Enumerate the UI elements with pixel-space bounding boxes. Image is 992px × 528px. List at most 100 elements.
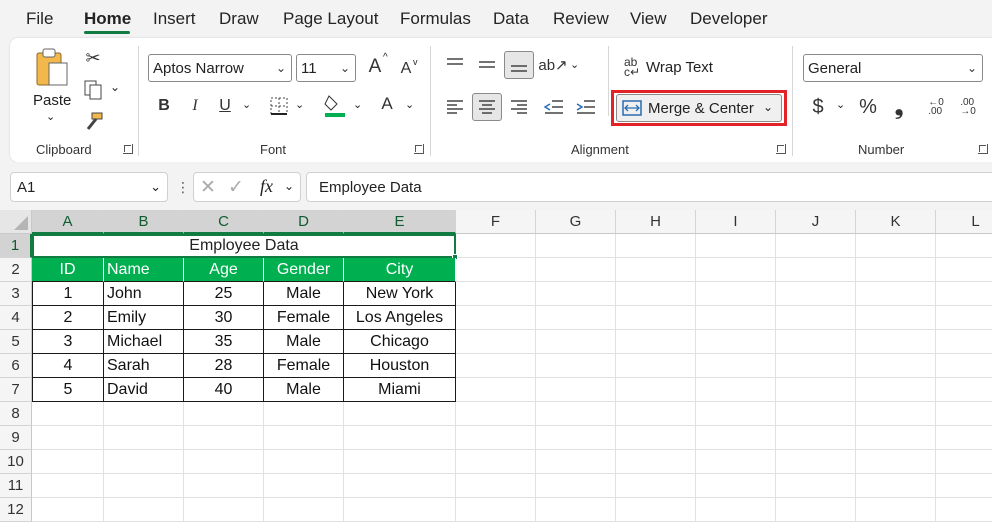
cell[interactable] (104, 450, 184, 474)
cell[interactable] (344, 450, 456, 474)
cell[interactable] (856, 450, 936, 474)
cell[interactable] (32, 426, 104, 450)
cell[interactable] (936, 234, 992, 258)
cell[interactable] (936, 498, 992, 522)
fill-color-chevron-icon[interactable]: ⌄ (353, 98, 362, 111)
row-header-1[interactable]: 1 (0, 234, 32, 258)
table-cell[interactable]: Emily (104, 306, 184, 330)
cell[interactable] (936, 378, 992, 402)
table-cell[interactable]: Male (264, 378, 344, 402)
cell[interactable] (936, 426, 992, 450)
cell[interactable] (456, 450, 536, 474)
currency-chevron-icon[interactable]: ⌄ (836, 98, 845, 111)
cell[interactable] (856, 330, 936, 354)
cell[interactable] (536, 498, 616, 522)
cell[interactable] (776, 402, 856, 426)
cell[interactable] (456, 258, 536, 282)
cell[interactable] (856, 282, 936, 306)
cell[interactable] (104, 474, 184, 498)
cell[interactable] (184, 498, 264, 522)
table-cell[interactable]: 25 (184, 282, 264, 306)
table-cell[interactable]: Houston (344, 354, 456, 378)
cell[interactable] (264, 474, 344, 498)
table-cell[interactable]: Los Angeles (344, 306, 456, 330)
cell[interactable] (776, 354, 856, 378)
bottom-align-button[interactable] (504, 51, 534, 79)
clipboard-launcher-icon[interactable] (123, 144, 133, 154)
cell[interactable] (104, 498, 184, 522)
tab-home[interactable]: Home (84, 9, 131, 29)
cancel-icon[interactable]: ✕ (200, 176, 216, 199)
paste-icon[interactable] (32, 46, 72, 90)
cell[interactable] (536, 474, 616, 498)
tab-data[interactable]: Data (493, 9, 529, 29)
table-cell[interactable]: 5 (32, 378, 104, 402)
number-format-combo[interactable]: General ⌄ (803, 54, 983, 82)
align-left-icon[interactable] (444, 96, 466, 118)
column-header-a[interactable]: A (32, 210, 104, 234)
table-cell[interactable]: 40 (184, 378, 264, 402)
format-painter-icon[interactable] (82, 110, 104, 134)
cell[interactable] (536, 258, 616, 282)
cell[interactable] (696, 378, 776, 402)
cell[interactable] (616, 330, 696, 354)
cell[interactable] (936, 402, 992, 426)
increase-indent-icon[interactable] (574, 96, 598, 118)
column-header-b[interactable]: B (104, 210, 184, 234)
cell[interactable] (856, 402, 936, 426)
column-header-c[interactable]: C (184, 210, 264, 234)
copy-icon[interactable] (82, 78, 104, 102)
italic-button[interactable]: I (184, 94, 206, 118)
cell[interactable] (536, 426, 616, 450)
cell[interactable] (536, 378, 616, 402)
row-header-2[interactable]: 2 (0, 258, 32, 282)
cell[interactable] (856, 354, 936, 378)
cell[interactable] (776, 258, 856, 282)
cell[interactable] (616, 282, 696, 306)
cell[interactable] (856, 474, 936, 498)
font-name-combo[interactable]: Aptos Narrow ⌄ (148, 54, 292, 82)
row-header-9[interactable]: 9 (0, 426, 32, 450)
cell[interactable] (696, 498, 776, 522)
cell[interactable] (264, 426, 344, 450)
chevron-down-icon[interactable]: ⌄ (284, 179, 294, 193)
table-cell[interactable]: Michael (104, 330, 184, 354)
select-all-corner[interactable] (0, 210, 32, 234)
table-cell[interactable]: David (104, 378, 184, 402)
cell[interactable] (856, 234, 936, 258)
cell[interactable] (936, 450, 992, 474)
cell[interactable] (536, 234, 616, 258)
cell[interactable] (696, 450, 776, 474)
row-header-6[interactable]: 6 (0, 354, 32, 378)
cell[interactable] (616, 234, 696, 258)
copy-chevron-icon[interactable]: ⌄ (110, 80, 120, 94)
table-header-cell[interactable]: Age (184, 258, 264, 282)
cell[interactable] (936, 354, 992, 378)
cell[interactable] (456, 330, 536, 354)
cell[interactable] (536, 402, 616, 426)
currency-icon[interactable]: $ (809, 94, 827, 120)
middle-align-icon[interactable] (476, 54, 498, 76)
row-header-12[interactable]: 12 (0, 498, 32, 522)
cell[interactable] (456, 354, 536, 378)
cell[interactable] (32, 450, 104, 474)
cell[interactable] (536, 354, 616, 378)
underline-button[interactable]: U (214, 94, 236, 118)
cell[interactable] (536, 282, 616, 306)
percent-icon[interactable]: % (857, 94, 879, 120)
row-header-3[interactable]: 3 (0, 282, 32, 306)
increase-decimal-icon[interactable]: ←0.00 (924, 96, 948, 118)
column-header-f[interactable]: F (456, 210, 536, 234)
cell[interactable] (456, 234, 536, 258)
column-header-e[interactable]: E (344, 210, 456, 234)
insert-function-icon[interactable]: fx (260, 176, 273, 197)
cell[interactable] (184, 402, 264, 426)
cell[interactable] (696, 474, 776, 498)
cell[interactable] (776, 234, 856, 258)
cell[interactable] (344, 498, 456, 522)
tab-page-layout[interactable]: Page Layout (283, 9, 378, 29)
cell[interactable] (776, 330, 856, 354)
number-launcher-icon[interactable] (978, 144, 988, 154)
cell[interactable] (776, 498, 856, 522)
cell[interactable] (856, 306, 936, 330)
